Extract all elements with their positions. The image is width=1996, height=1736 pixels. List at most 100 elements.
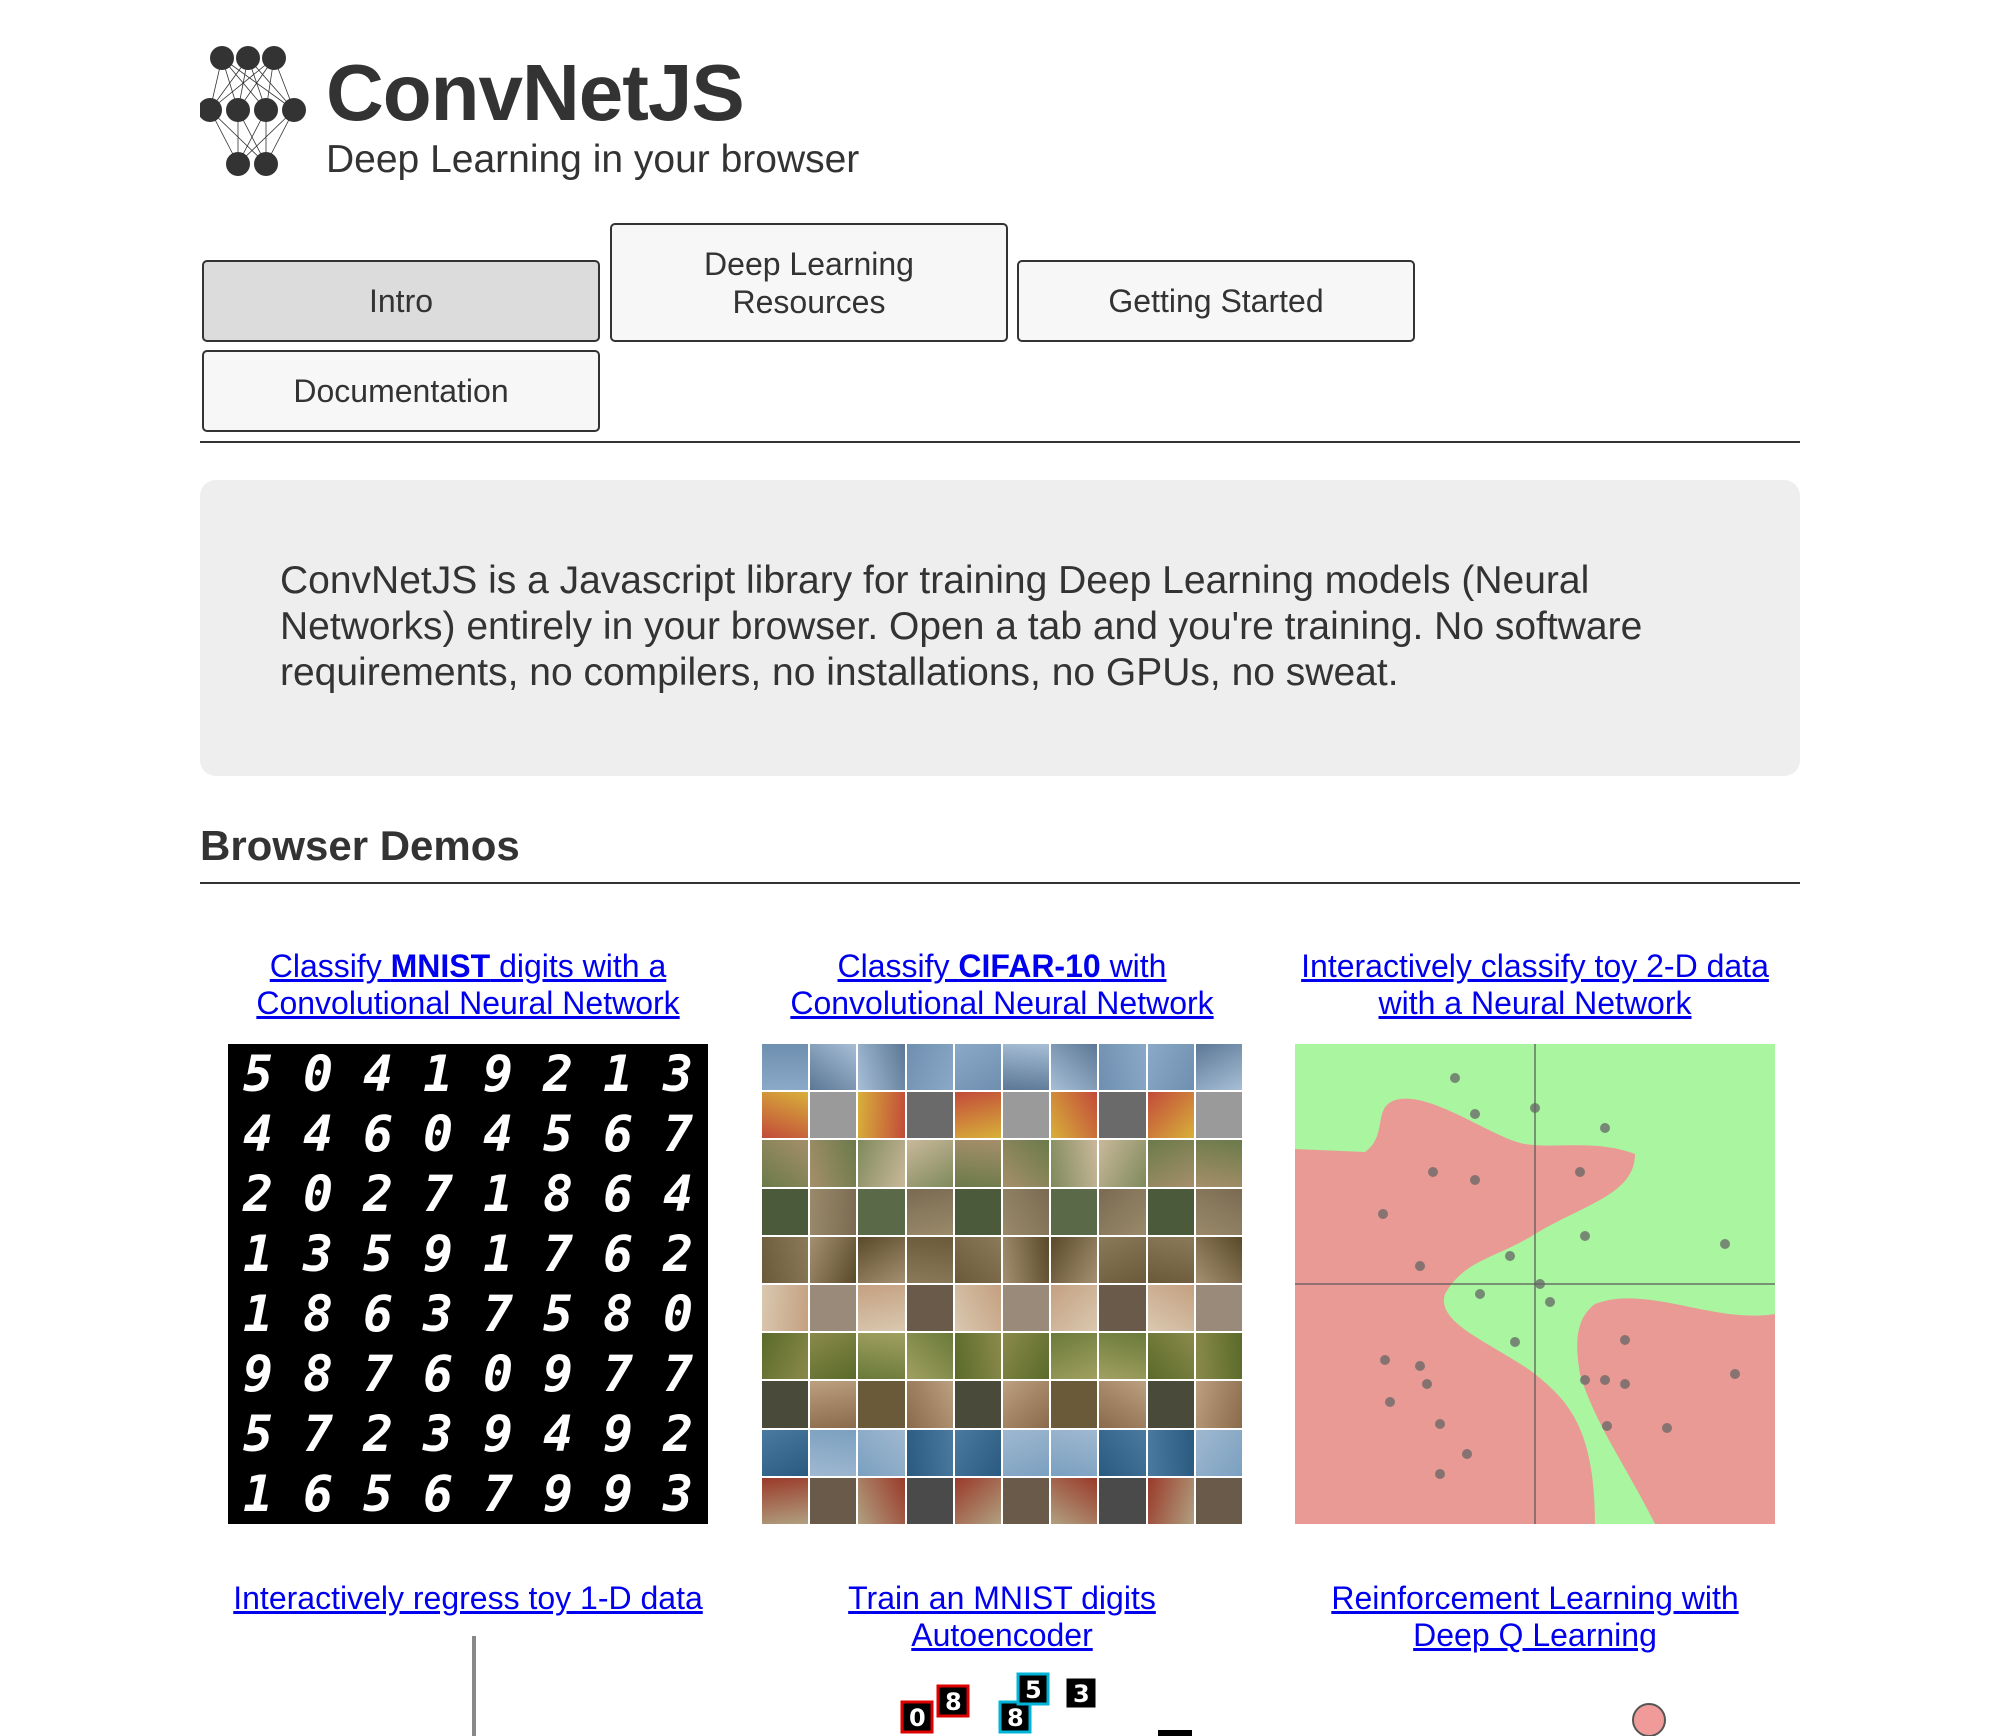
cifar-image-tile xyxy=(810,1092,857,1139)
mnist-digit: 8 xyxy=(302,1285,334,1343)
demo-link-regress-1d[interactable]: Interactively regress toy 1-D data xyxy=(228,1580,708,1617)
autoencoder-digit: 5 xyxy=(1025,1676,1042,1704)
mnist-digit: 4 xyxy=(242,1105,274,1163)
cifar-image-tile xyxy=(954,1092,1001,1139)
cifar-image-tile xyxy=(1195,1429,1242,1476)
mnist-digit: 2 xyxy=(242,1165,274,1223)
mnist-digit: 4 xyxy=(482,1105,514,1163)
cifar-image-tile xyxy=(1051,1477,1098,1524)
cifar-image-tile xyxy=(810,1188,857,1235)
mnist-digit: 2 xyxy=(662,1225,694,1283)
cifar-image-tile xyxy=(954,1140,1001,1187)
cifar-image-tile xyxy=(810,1381,857,1428)
mnist-digit: 3 xyxy=(302,1225,334,1283)
cifar-image-tile xyxy=(1099,1044,1146,1091)
cifar-image-tile xyxy=(762,1140,809,1187)
cifar-image-tile xyxy=(1051,1333,1098,1380)
mnist-digit: 7 xyxy=(662,1105,694,1163)
cifar-image-tile xyxy=(858,1381,905,1428)
mnist-digit: 8 xyxy=(302,1345,334,1403)
cifar-image-tile xyxy=(1051,1429,1098,1476)
cifar-image-tile xyxy=(1099,1333,1146,1380)
mnist-digit: 3 xyxy=(662,1045,694,1103)
site-subtitle: Deep Learning in your browser xyxy=(326,138,860,181)
cifar-image-tile xyxy=(906,1477,953,1524)
cifar-image-tile xyxy=(1003,1044,1050,1091)
mnist-digit: 7 xyxy=(602,1345,634,1403)
cifar-image-tile xyxy=(858,1188,905,1235)
cifar-image-tile xyxy=(906,1236,953,1283)
cifar-image-tile xyxy=(1147,1429,1194,1476)
regress-1d-thumbnail[interactable] xyxy=(228,1636,708,1736)
mnist-digits-thumbnail[interactable]: 5041921344604567202718641359176218637580… xyxy=(228,1044,708,1524)
tab-getting-started[interactable]: Getting Started xyxy=(1017,260,1415,342)
cifar-image-tile xyxy=(1195,1188,1242,1235)
cifar-image-tile xyxy=(1099,1188,1146,1235)
cifar-image-tile xyxy=(1051,1044,1098,1091)
mnist-digit: 9 xyxy=(242,1345,274,1403)
cifar-image-tile xyxy=(762,1044,809,1091)
autoencoder-digit: 8 xyxy=(945,1688,962,1716)
mnist-digit: 5 xyxy=(242,1405,274,1463)
cifar-image-tile xyxy=(1147,1188,1194,1235)
demo-link-cifar10[interactable]: Classify CIFAR-10 with Convolutional Neu… xyxy=(762,948,1242,1022)
mnist-digit: 0 xyxy=(302,1045,334,1103)
mnist-digit: 6 xyxy=(602,1105,634,1163)
mnist-digit: 1 xyxy=(482,1225,514,1283)
mnist-digit: 9 xyxy=(482,1045,514,1103)
cifar-image-tile xyxy=(1195,1285,1242,1332)
cifar-image-tile xyxy=(1099,1236,1146,1283)
mnist-digit: 1 xyxy=(242,1465,274,1523)
deep-q-learning-thumbnail[interactable] xyxy=(1295,1636,1775,1736)
mnist-digit: 6 xyxy=(602,1225,634,1283)
tab-documentation[interactable]: Documentation xyxy=(202,350,600,432)
cifar-image-tile xyxy=(810,1285,857,1332)
mnist-digit: 3 xyxy=(422,1285,454,1343)
demo-link-mnist[interactable]: Classify MNIST digits with a Convolution… xyxy=(228,948,708,1022)
cifar-image-tile xyxy=(858,1236,905,1283)
cifar-image-tile xyxy=(954,1285,1001,1332)
cifar-image-tile xyxy=(1147,1381,1194,1428)
browser-demos-heading: Browser Demos xyxy=(200,822,520,869)
mnist-digit: 5 xyxy=(362,1225,394,1283)
mnist-digit: 0 xyxy=(482,1345,514,1403)
cifar-image-tile xyxy=(1051,1381,1098,1428)
cifar-image-tile xyxy=(1099,1429,1146,1476)
cifar-image-tile xyxy=(906,1381,953,1428)
cifar-image-tile xyxy=(954,1429,1001,1476)
mnist-digit: 7 xyxy=(482,1285,514,1343)
autoencoder-thumbnail[interactable]: 0 8 8 5 3 xyxy=(762,1636,1242,1736)
tab-intro[interactable]: Intro xyxy=(202,260,600,342)
cifar-image-tile xyxy=(1195,1477,1242,1524)
mnist-digit: 2 xyxy=(542,1045,574,1103)
cifar-image-tile xyxy=(1003,1477,1050,1524)
mnist-digit: 7 xyxy=(542,1225,574,1283)
cifar-image-tile xyxy=(1003,1429,1050,1476)
cifar-image-tile xyxy=(906,1333,953,1380)
cifar-image-tile xyxy=(762,1188,809,1235)
cifar-image-tile xyxy=(954,1044,1001,1091)
cifar-image-tile xyxy=(1003,1236,1050,1283)
cifar-image-tile xyxy=(1099,1285,1146,1332)
mnist-digit: 6 xyxy=(422,1465,454,1523)
cifar-image-tile xyxy=(1195,1381,1242,1428)
mnist-digit: 7 xyxy=(422,1165,454,1223)
tabs-divider xyxy=(200,441,1800,443)
cifar-image-tile xyxy=(906,1140,953,1187)
classify-2d-thumbnail[interactable] xyxy=(1295,1044,1775,1524)
mnist-digit: 9 xyxy=(542,1345,574,1403)
mnist-digit: 7 xyxy=(362,1345,394,1403)
cifar-image-tile xyxy=(1099,1140,1146,1187)
cifar10-thumbnail[interactable] xyxy=(762,1044,1242,1524)
mnist-digit: 8 xyxy=(602,1285,634,1343)
cifar-image-tile xyxy=(906,1429,953,1476)
demo-link-classify-2d[interactable]: Interactively classify toy 2-D data with… xyxy=(1295,948,1775,1022)
cifar-image-tile xyxy=(906,1285,953,1332)
cifar-image-tile xyxy=(1195,1140,1242,1187)
cifar-image-tile xyxy=(1195,1236,1242,1283)
cifar-image-tile xyxy=(954,1477,1001,1524)
tab-deep-learning-resources[interactable]: Deep Learning Resources xyxy=(610,223,1008,342)
cifar-image-tile xyxy=(1051,1092,1098,1139)
mnist-digit: 9 xyxy=(602,1405,634,1463)
mnist-digit: 6 xyxy=(422,1345,454,1403)
